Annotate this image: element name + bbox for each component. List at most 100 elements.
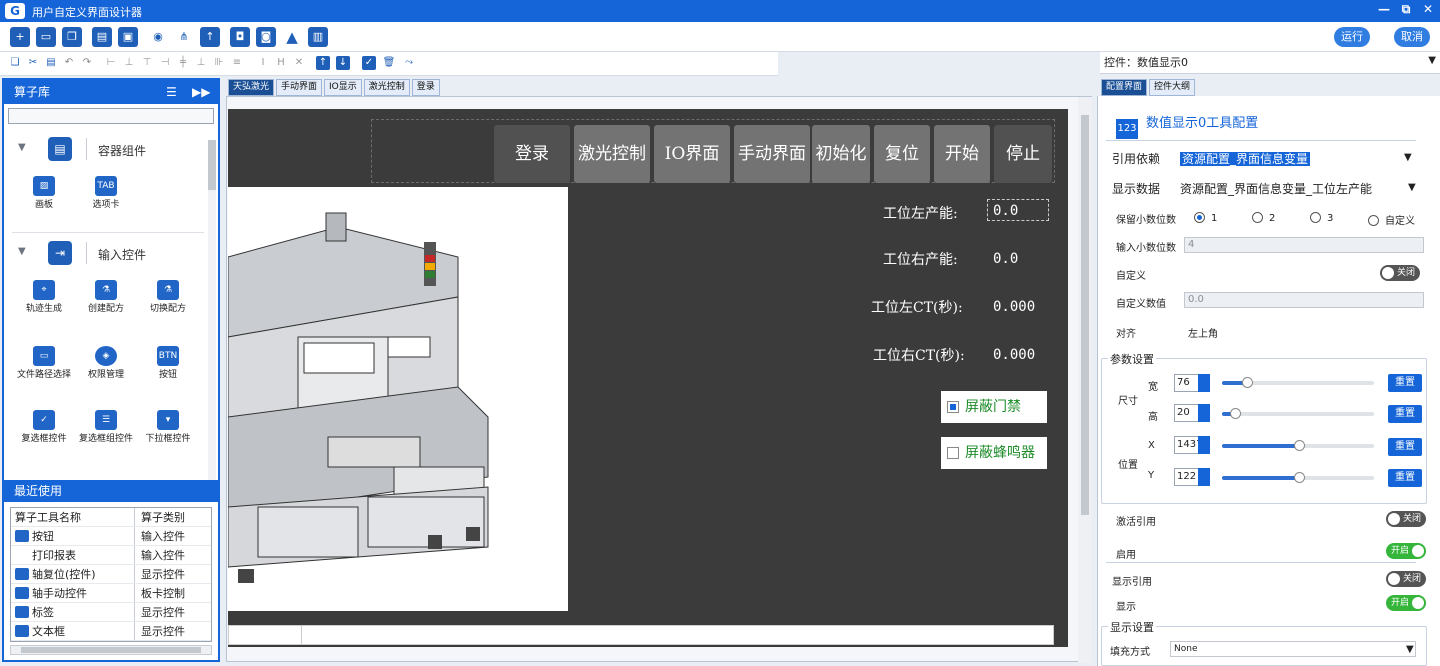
show-toggle[interactable]: 开启 bbox=[1386, 595, 1426, 611]
recent-hscrollbar[interactable] bbox=[10, 645, 212, 655]
design-canvas[interactable]: 登录 激光控制 IO界面 手动界面 初始化 复位 开始 停止 工位左产能: 0.… bbox=[228, 109, 1068, 647]
same-height-icon[interactable]: I bbox=[256, 56, 270, 70]
expand-triangle-icon[interactable]: ▼ bbox=[18, 142, 26, 153]
mask-buzzer-checkbox[interactable]: 屏蔽蜂鸣器 bbox=[941, 437, 1047, 469]
chevron-down-icon[interactable]: ▼ bbox=[1408, 182, 1416, 193]
chevron-down-icon[interactable]: ▼ bbox=[1404, 152, 1412, 163]
library-item-track[interactable]: ⌖ 轨迹生成 bbox=[14, 280, 74, 314]
align-select[interactable]: 左上角 bbox=[1188, 325, 1424, 340]
width-reset-button[interactable]: 重置 bbox=[1388, 374, 1422, 392]
y-slider[interactable] bbox=[1222, 472, 1374, 483]
library-item-file-path[interactable]: ▭ 文件路径选择 bbox=[14, 346, 74, 380]
library-item-create-recipe[interactable]: ⚗ 创建配方 bbox=[76, 280, 136, 314]
x-slider[interactable] bbox=[1222, 440, 1374, 451]
manual-button[interactable]: 手动界面 bbox=[734, 125, 810, 183]
decimals-radio-custom[interactable]: 自定义 bbox=[1368, 212, 1415, 227]
run-button[interactable]: 运行 bbox=[1334, 27, 1370, 47]
y-spinbox[interactable]: 122 bbox=[1174, 468, 1210, 486]
tab-outline[interactable]: 控件大纲 bbox=[1149, 79, 1196, 96]
layout-icon[interactable]: ▥ bbox=[308, 27, 328, 47]
y-reset-button[interactable]: 重置 bbox=[1388, 469, 1422, 487]
width-slider[interactable] bbox=[1222, 377, 1374, 388]
same-size-icon[interactable]: ✕ bbox=[292, 56, 306, 70]
library-item-checkbox[interactable]: ✓ 复选框控件 bbox=[14, 410, 74, 444]
distribute-h-icon[interactable]: ⊪ bbox=[212, 56, 226, 70]
start-button[interactable]: 开始 bbox=[934, 125, 990, 183]
show-ref-toggle[interactable]: 关闭 bbox=[1386, 571, 1426, 587]
toolbox-icon[interactable]: ▤ bbox=[92, 27, 112, 47]
library-item-permission[interactable]: ◈ 权限管理 bbox=[76, 346, 136, 380]
distribute-v-icon[interactable]: ≡ bbox=[230, 56, 244, 70]
custom-value-field[interactable]: 0.0 bbox=[1184, 292, 1424, 308]
decimals-radio-3[interactable]: 3 bbox=[1310, 212, 1333, 224]
share-icon[interactable]: ⋔ bbox=[174, 27, 194, 47]
x-reset-button[interactable]: 重置 bbox=[1388, 438, 1422, 456]
library-item-button[interactable]: BTN 按钮 bbox=[138, 346, 198, 380]
library-item-canvas[interactable]: ▨ 画板 bbox=[14, 176, 74, 210]
chevron-down-icon[interactable]: ▼ bbox=[1406, 644, 1414, 655]
align-right-icon[interactable]: ⊣ bbox=[158, 56, 172, 70]
category-container[interactable]: ▼ ▤ 容器组件 bbox=[12, 134, 208, 164]
left-ct-value[interactable]: 0.000 bbox=[993, 299, 1035, 315]
tab-config[interactable]: 配置界面 bbox=[1101, 79, 1148, 96]
minimize-button[interactable]: — bbox=[1376, 2, 1392, 17]
tab-laser-control[interactable]: 激光控制 bbox=[363, 79, 410, 96]
send-back-icon[interactable]: ↓ bbox=[336, 56, 350, 70]
reset-machine-button[interactable]: 复位 bbox=[874, 125, 930, 183]
menu-icon[interactable]: ☰ bbox=[166, 80, 177, 104]
export-icon[interactable]: ↑ bbox=[200, 27, 220, 47]
collapse-panel-icon[interactable]: ▶▶ bbox=[192, 80, 210, 104]
align-top-icon[interactable]: ⊤ bbox=[140, 56, 154, 70]
tab-io[interactable]: IO显示 bbox=[324, 79, 362, 96]
cancel-button[interactable]: 取消 bbox=[1394, 27, 1430, 47]
x-spinbox[interactable]: 1437 bbox=[1174, 436, 1210, 454]
control-selector[interactable]: 控件：数值显示0 ▼ bbox=[1100, 52, 1440, 74]
cut-icon[interactable]: ✂ bbox=[26, 56, 40, 70]
library-scrollbar[interactable] bbox=[208, 140, 216, 480]
table-row[interactable]: 文本框 显示控件 bbox=[11, 622, 211, 641]
stop-button[interactable]: 停止 bbox=[994, 125, 1052, 183]
same-width-icon[interactable]: H bbox=[274, 56, 288, 70]
align-left-icon[interactable]: ⊢ bbox=[104, 56, 118, 70]
warning-icon[interactable]: ▲ bbox=[282, 27, 302, 47]
right-ct-value[interactable]: 0.000 bbox=[993, 347, 1035, 363]
table-row[interactable]: 标签 显示控件 bbox=[11, 603, 211, 622]
check-icon[interactable]: ✓ bbox=[362, 56, 376, 70]
bring-front-icon[interactable]: ↑ bbox=[316, 56, 330, 70]
custom-toggle[interactable]: 关闭 bbox=[1380, 265, 1420, 281]
redo-icon[interactable]: ↷ bbox=[80, 56, 94, 70]
login-button[interactable]: 登录 bbox=[494, 125, 570, 183]
new-file-icon[interactable]: + bbox=[10, 27, 30, 47]
table-row[interactable]: 轴复位(控件) 显示控件 bbox=[11, 565, 211, 584]
fill-select[interactable]: None bbox=[1170, 641, 1416, 657]
display-data-select[interactable]: 资源配置_界面信息变量_工位左产能 bbox=[1180, 180, 1372, 197]
library-item-dropdown[interactable]: ▾ 下拉框控件 bbox=[138, 410, 198, 444]
align-center-icon[interactable]: ⊥ bbox=[122, 56, 136, 70]
laser-control-button[interactable]: 激光控制 bbox=[574, 125, 650, 183]
canvas-scrollbar[interactable] bbox=[1078, 97, 1092, 663]
align-middle-icon[interactable]: ╪ bbox=[176, 56, 190, 70]
tab-tianhong-laser[interactable]: 天弘激光 bbox=[228, 79, 275, 96]
open-folder-icon[interactable]: ▭ bbox=[36, 27, 56, 47]
enable-toggle[interactable]: 开启 bbox=[1386, 543, 1426, 559]
expand-triangle-icon[interactable]: ▼ bbox=[18, 246, 26, 257]
io-button[interactable]: IO界面 bbox=[654, 125, 730, 183]
camera-settings-icon[interactable]: ◙ bbox=[256, 27, 276, 47]
tab-manual[interactable]: 手动界面 bbox=[276, 79, 323, 96]
align-bottom-icon[interactable]: ⊥ bbox=[194, 56, 208, 70]
left-output-value[interactable]: 0.0 bbox=[993, 203, 1018, 219]
activate-ref-toggle[interactable]: 关闭 bbox=[1386, 511, 1426, 527]
ref-select[interactable]: 资源配置_界面信息变量 bbox=[1180, 150, 1311, 167]
table-row[interactable]: 按钮 输入控件 bbox=[11, 527, 211, 546]
library-item-switch-recipe[interactable]: ⚗ 切换配方 bbox=[138, 280, 198, 314]
undo-icon[interactable]: ↶ bbox=[62, 56, 76, 70]
preview-eye-icon[interactable]: ◉ bbox=[148, 27, 168, 47]
close-button[interactable]: ✕ bbox=[1420, 2, 1436, 17]
link-icon[interactable]: ⤳ bbox=[402, 56, 416, 70]
restore-button[interactable]: ⧉ bbox=[1398, 2, 1414, 17]
category-input[interactable]: ▼ ⇥ 输入控件 bbox=[12, 238, 208, 268]
height-reset-button[interactable]: 重置 bbox=[1388, 405, 1422, 423]
decimals-radio-1[interactable]: 1 bbox=[1194, 212, 1217, 224]
library-item-tab[interactable]: TAB 选项卡 bbox=[76, 176, 136, 210]
paste-icon[interactable]: ▤ bbox=[44, 56, 58, 70]
